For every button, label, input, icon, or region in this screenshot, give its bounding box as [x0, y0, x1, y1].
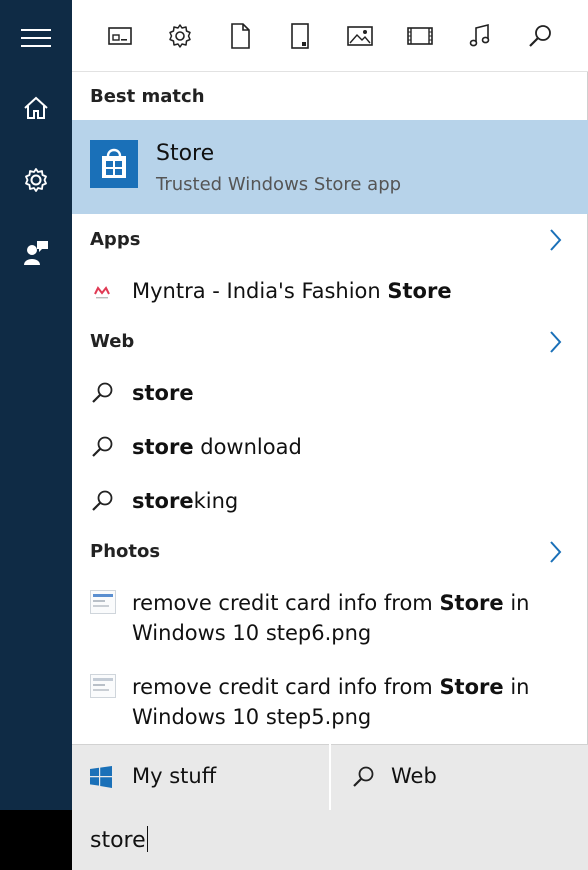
- best-match-subtitle: Trusted Windows Store app: [156, 174, 402, 195]
- apps-heading[interactable]: Apps: [90, 229, 140, 250]
- feedback-button[interactable]: [0, 222, 72, 282]
- photo-result-line2: Windows 10 step5.png: [132, 705, 372, 729]
- photo-thumbnail: [90, 590, 116, 614]
- search-icon: [92, 490, 113, 511]
- videos-filter-icon[interactable]: [406, 22, 434, 50]
- web-scope-label: Web: [391, 764, 437, 788]
- feedback-icon: [24, 241, 48, 265]
- music-filter-icon[interactable]: [466, 22, 494, 50]
- search-box[interactable]: [0, 810, 588, 870]
- settings-filter-icon[interactable]: [166, 22, 194, 50]
- myntra-logo-icon: [92, 282, 112, 302]
- web-heading[interactable]: Web: [90, 331, 134, 352]
- windows-logo-icon: [90, 766, 112, 788]
- photos-heading[interactable]: Photos: [90, 541, 160, 562]
- my-stuff-label: My stuff: [132, 764, 217, 788]
- gear-icon: [25, 168, 47, 192]
- photo-result-line1: remove credit card info from Store in: [132, 591, 530, 615]
- search-icon: [92, 436, 113, 457]
- web-result-text: storeking: [132, 489, 239, 513]
- photo-result-line2: Windows 10 step6.png: [132, 621, 372, 645]
- photo-thumbnail: [90, 674, 116, 698]
- text-caret: [146, 826, 148, 852]
- filter-toolbar: [72, 0, 588, 72]
- best-match-heading: Best match: [90, 86, 205, 107]
- web-result-text: store download: [132, 435, 302, 459]
- search-icon: [92, 382, 113, 403]
- left-rail: [0, 0, 72, 810]
- photo-result-line1: remove credit card info from Store in: [132, 675, 530, 699]
- photos-chevron-right-icon[interactable]: [548, 540, 564, 564]
- search-input[interactable]: store: [90, 826, 148, 853]
- home-icon: [24, 96, 48, 119]
- documents-filter-icon[interactable]: [226, 22, 254, 50]
- photos-filter-icon[interactable]: [346, 22, 374, 50]
- apps-chevron-right-icon[interactable]: [548, 228, 564, 252]
- menu-button[interactable]: [0, 8, 72, 68]
- home-button[interactable]: [0, 78, 72, 138]
- web-filter-icon[interactable]: [526, 22, 554, 50]
- app-result-text: Myntra - India's Fashion Store: [132, 279, 452, 303]
- hamburger-icon: [21, 29, 51, 47]
- settings-button[interactable]: [0, 150, 72, 210]
- folders-filter-icon[interactable]: [286, 22, 314, 50]
- best-match-item[interactable]: [72, 120, 588, 214]
- apps-filter-icon[interactable]: [106, 22, 134, 50]
- best-match-title: Store: [156, 141, 215, 166]
- store-app-icon: [90, 140, 138, 188]
- search-icon: [353, 766, 374, 787]
- web-result-text: store: [132, 381, 194, 405]
- web-chevron-right-icon[interactable]: [548, 330, 564, 354]
